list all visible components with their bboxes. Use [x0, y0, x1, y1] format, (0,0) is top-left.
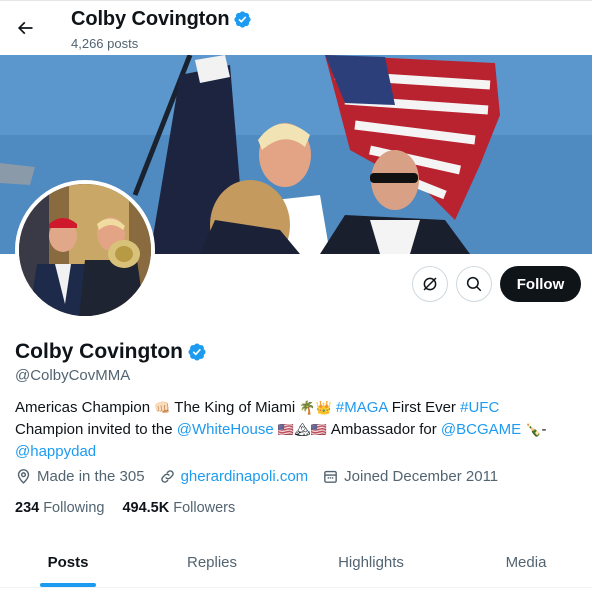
- mention-link[interactable]: @WhiteHouse: [177, 421, 274, 438]
- bio-text: Ambassador for: [330, 421, 441, 438]
- tab-media[interactable]: Media: [470, 536, 582, 588]
- followers-label: Followers: [173, 500, 236, 516]
- tab-replies[interactable]: Replies: [146, 536, 278, 588]
- header-title: Colby Covington: [71, 8, 252, 31]
- profile-avatar[interactable]: [15, 180, 155, 320]
- mention-link[interactable]: @BCGAME: [441, 421, 521, 438]
- posts-count: 4,266 posts: [71, 36, 139, 51]
- bio-emoji: 🇺🇸🏔🇺🇸: [273, 423, 331, 438]
- back-button[interactable]: [12, 13, 38, 43]
- verified-badge-icon[interactable]: [187, 342, 207, 362]
- location: Made in the 305: [15, 468, 145, 485]
- grok-icon: [423, 277, 437, 291]
- website: gherardinapoli.com: [159, 468, 309, 485]
- join-date: Joined December 2011: [322, 468, 498, 485]
- profile-display-name: Colby Covington: [15, 340, 183, 363]
- bio-emoji: 🌴👑: [299, 401, 332, 416]
- bio-text: The King of Miami: [170, 399, 300, 416]
- active-tab-indicator: [40, 583, 96, 587]
- top-bar: Colby Covington 4,266 posts: [0, 0, 592, 55]
- follow-button[interactable]: Follow: [500, 266, 581, 302]
- arrow-left-icon: [17, 21, 33, 35]
- calendar-icon: [324, 470, 338, 483]
- join-date-text: Joined December 2011: [344, 468, 499, 485]
- bio-text: First Ever: [387, 399, 461, 416]
- avatar-photo: [19, 184, 151, 316]
- bio-text: Americas Champion: [15, 399, 155, 416]
- link-icon: [160, 470, 174, 483]
- verified-badge-icon: [234, 11, 252, 28]
- follow-counts: 234 Following 494.5K Followers: [15, 500, 253, 516]
- tab-highlights[interactable]: Highlights: [300, 536, 442, 588]
- tab-posts[interactable]: Posts: [0, 536, 136, 588]
- grok-button[interactable]: [412, 266, 448, 302]
- following-link[interactable]: 234 Following: [15, 500, 104, 516]
- following-label: Following: [43, 500, 105, 516]
- profile-meta: Made in the 305 gherardinapoli.com Joine…: [15, 468, 512, 485]
- bio-text: Champion invited to the: [15, 421, 177, 438]
- followers-link[interactable]: 494.5K Followers: [122, 500, 235, 516]
- profile-actions: Follow: [412, 266, 581, 302]
- profile-tabs: Posts Replies Highlights Media: [0, 536, 592, 588]
- bio-text: -: [541, 421, 547, 438]
- website-link[interactable]: gherardinapoli.com: [181, 468, 309, 485]
- bio-emoji: 🍾: [521, 423, 542, 438]
- following-count: 234: [15, 500, 40, 516]
- bio-emoji: 👊🏻: [154, 401, 171, 416]
- hashtag-link[interactable]: #UFC: [460, 399, 499, 416]
- search-button[interactable]: [456, 266, 492, 302]
- mention-link[interactable]: @happydad: [15, 443, 96, 460]
- followers-count: 494.5K: [122, 500, 170, 516]
- location-text: Made in the 305: [37, 468, 145, 485]
- search-icon: [466, 276, 482, 292]
- hashtag-link[interactable]: #MAGA: [336, 399, 388, 416]
- profile-bio: Americas Champion 👊🏻 The King of Miami 🌴…: [15, 397, 580, 462]
- profile-name: Colby Covington: [15, 340, 207, 364]
- location-pin-icon: [17, 469, 30, 484]
- header-name: Colby Covington: [71, 8, 230, 30]
- profile-handle: @ColbyCovMMA: [15, 367, 131, 384]
